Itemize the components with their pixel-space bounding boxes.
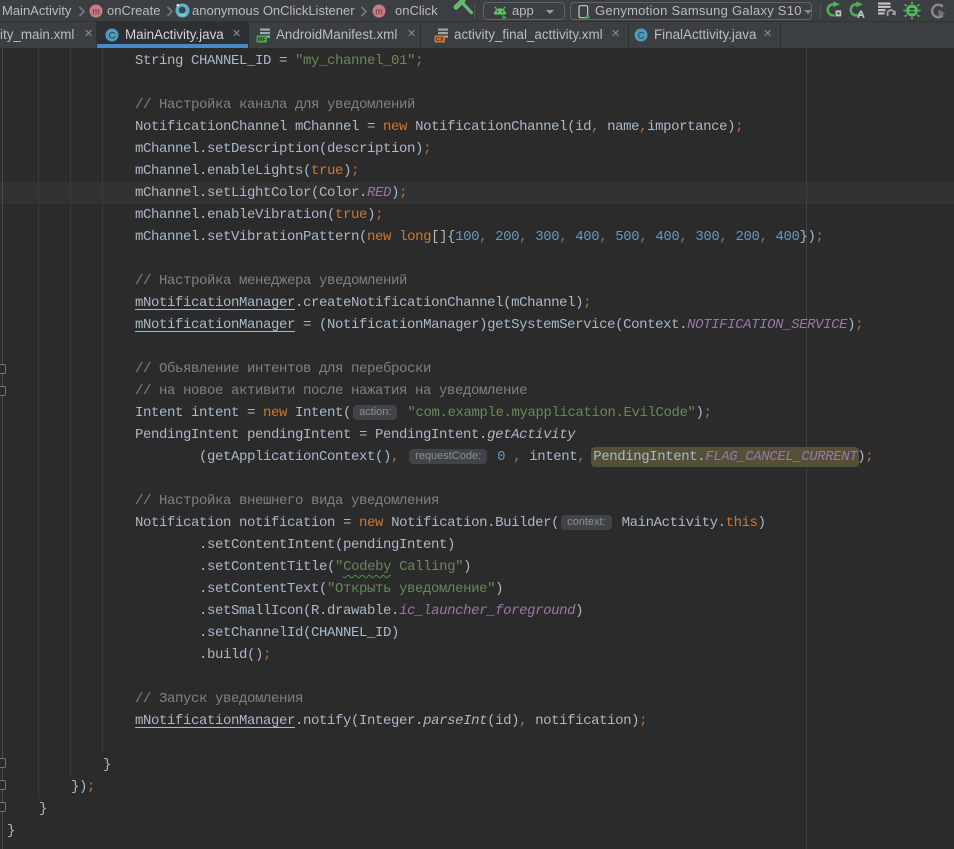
svg-text:MF: MF <box>258 37 267 43</box>
svg-text:m: m <box>375 7 383 17</box>
svg-text:A: A <box>857 9 865 19</box>
svg-text:CX: CX <box>436 37 444 43</box>
svg-text:m: m <box>92 7 100 17</box>
svg-text:C: C <box>109 31 116 42</box>
svg-text:C: C <box>638 31 645 42</box>
